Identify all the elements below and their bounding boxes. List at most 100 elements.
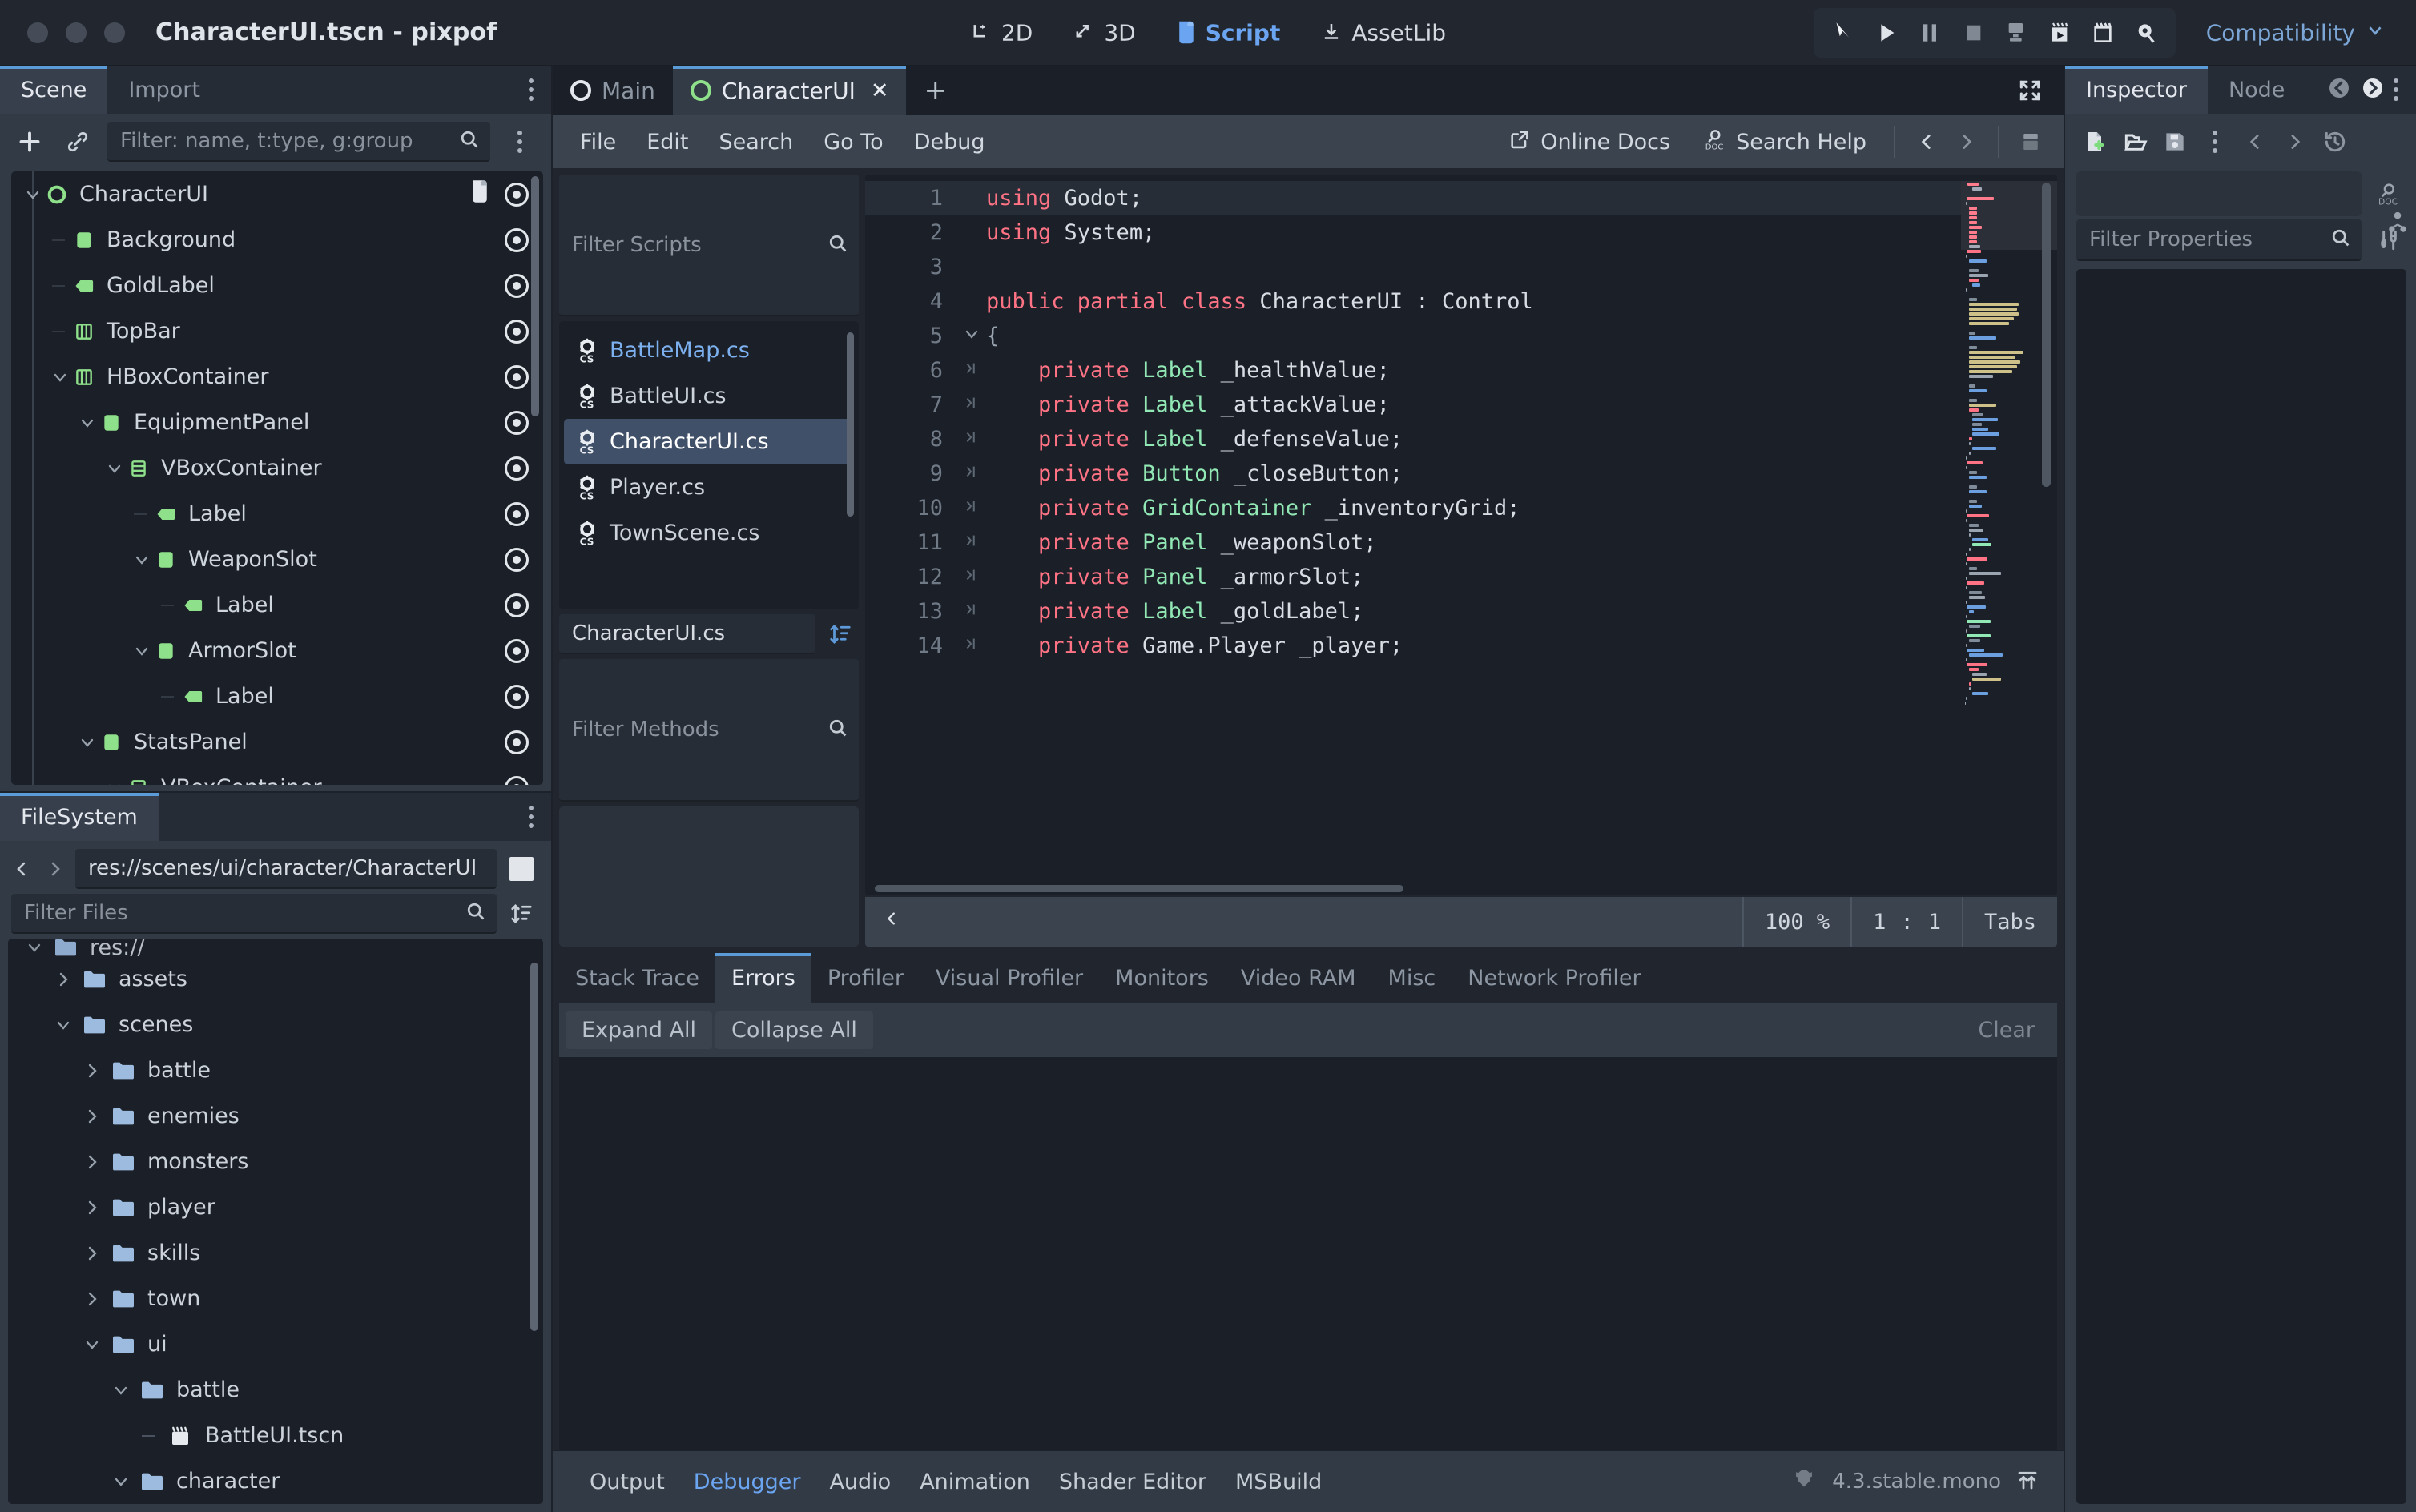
play-icon[interactable] bbox=[1868, 14, 1905, 51]
filesystem-item-assets[interactable]: assets bbox=[8, 956, 543, 1002]
scene-tree-item-label[interactable]: Label bbox=[11, 491, 543, 537]
expand-all-button[interactable]: Expand All bbox=[566, 1011, 713, 1049]
code-line[interactable]: 1 using Godot; bbox=[865, 181, 1961, 215]
visible-eye-icon[interactable] bbox=[505, 638, 529, 663]
chevron-down-icon[interactable] bbox=[109, 1381, 133, 1400]
help-search-icon[interactable]: DOC bbox=[2370, 175, 2406, 212]
chevron-right-icon[interactable] bbox=[80, 1061, 104, 1080]
stop-icon[interactable] bbox=[1955, 14, 1991, 51]
save-resource-icon[interactable] bbox=[2156, 123, 2193, 160]
play-cursor-icon[interactable] bbox=[1825, 14, 1862, 51]
chevron-right-icon[interactable] bbox=[80, 1198, 104, 1217]
history-back-button[interactable] bbox=[1908, 123, 1945, 160]
remote-debug-icon[interactable] bbox=[2128, 14, 2164, 51]
chevron-down-icon[interactable] bbox=[22, 939, 46, 956]
run-scene-icon[interactable] bbox=[2041, 14, 2078, 51]
indent-marker[interactable] bbox=[957, 497, 986, 520]
debugger-tab-misc[interactable]: Misc bbox=[1372, 953, 1452, 1003]
visible-eye-icon[interactable] bbox=[505, 456, 529, 481]
scene-dock-menu-button[interactable] bbox=[511, 66, 551, 114]
chevron-down-icon[interactable] bbox=[75, 733, 99, 752]
resource-menu-icon[interactable] bbox=[2197, 123, 2233, 160]
code-vertical-scrollbar[interactable] bbox=[2042, 183, 2051, 487]
mode-button-assetlib[interactable]: AssetLib bbox=[1315, 14, 1451, 50]
clear-errors-button[interactable]: Clear bbox=[1962, 1011, 2051, 1049]
bottom-panel-button-shader-editor[interactable]: Shader Editor bbox=[1045, 1465, 1221, 1499]
minimize-window-button[interactable] bbox=[66, 22, 87, 43]
debugger-tab-profiler[interactable]: Profiler bbox=[811, 953, 920, 1003]
expand-bottom-panel-icon[interactable] bbox=[1996, 66, 2064, 115]
filesystem-item-player[interactable]: player bbox=[8, 1184, 543, 1230]
script-tab-characterui[interactable]: CharacterUI ✕ bbox=[672, 66, 907, 115]
indent-marker[interactable] bbox=[957, 635, 986, 657]
indent-marker[interactable] bbox=[957, 360, 986, 382]
code-line[interactable]: 5{ bbox=[865, 319, 1961, 353]
circle-chevron-left-icon[interactable] bbox=[2326, 75, 2352, 104]
bottom-panel-button-animation[interactable]: Animation bbox=[905, 1465, 1045, 1499]
code-line[interactable]: 4 public partial class CharacterUI : Cont… bbox=[865, 284, 1961, 319]
code-line[interactable]: 13 private Label _goldLabel; bbox=[865, 594, 1961, 629]
scene-tree-item-label[interactable]: Label bbox=[11, 582, 543, 628]
code-line[interactable]: 3 bbox=[865, 250, 1961, 284]
pause-icon[interactable] bbox=[1911, 14, 1948, 51]
toggle-split-mode-icon[interactable] bbox=[503, 850, 540, 887]
script-list-item-battlemap-cs[interactable]: CS BattleMap.cs bbox=[564, 328, 854, 373]
inspector-properties-area[interactable] bbox=[2076, 269, 2406, 1504]
code-line[interactable]: 11 private Panel _weaponSlot; bbox=[865, 525, 1961, 560]
menu-debug[interactable]: Debug bbox=[901, 125, 998, 159]
bottom-panel-button-msbuild[interactable]: MSBuild bbox=[1221, 1465, 1336, 1499]
mode-button-script[interactable]: Script bbox=[1171, 14, 1286, 50]
scene-tree-item-armorslot[interactable]: ArmorSlot bbox=[11, 628, 543, 674]
circle-chevron-right-icon[interactable] bbox=[2360, 75, 2386, 104]
chevron-down-icon[interactable] bbox=[109, 1472, 133, 1491]
code-horizontal-scrollbar[interactable] bbox=[875, 885, 1403, 892]
menu-file[interactable]: File bbox=[567, 125, 629, 159]
chevron-right-icon[interactable] bbox=[80, 1152, 104, 1172]
chevron-down-icon[interactable] bbox=[51, 1015, 75, 1035]
chevron-down-icon[interactable] bbox=[48, 368, 72, 387]
sort-icon[interactable] bbox=[822, 616, 859, 653]
chevron-down-icon[interactable] bbox=[957, 324, 986, 348]
chevron-right-icon[interactable] bbox=[42, 851, 69, 887]
visible-eye-icon[interactable] bbox=[505, 547, 529, 572]
code-editor[interactable]: 1 using Godot; 2 using System; 3 4 public part… bbox=[865, 175, 2057, 895]
visible-eye-icon[interactable] bbox=[505, 227, 529, 252]
tab-import[interactable]: Import bbox=[107, 66, 221, 114]
filesystem-scrollbar[interactable] bbox=[530, 963, 538, 1331]
mode-button-2d[interactable]: 2D bbox=[965, 14, 1037, 50]
filesystem-path-input[interactable]: res://scenes/ui/character/CharacterUI bbox=[75, 849, 497, 889]
visible-eye-icon[interactable] bbox=[505, 410, 529, 435]
script-list-item-battleui-cs[interactable]: CS BattleUI.cs bbox=[564, 373, 854, 419]
visible-eye-icon[interactable] bbox=[505, 730, 529, 754]
code-line[interactable]: 7 private Label _attackValue; bbox=[865, 388, 1961, 422]
scripts-filter-input[interactable]: Filter Scripts bbox=[559, 175, 859, 317]
scene-tree-item-topbar[interactable]: TopBar bbox=[11, 308, 543, 354]
scene-tree-item-hboxcontainer[interactable]: HBoxContainer bbox=[11, 354, 543, 400]
history-icon[interactable] bbox=[2317, 123, 2354, 160]
menu-goto[interactable]: Go To bbox=[811, 125, 896, 159]
close-window-button[interactable] bbox=[27, 22, 48, 43]
visible-eye-icon[interactable] bbox=[505, 319, 529, 344]
sort-icon[interactable] bbox=[503, 895, 540, 932]
search-help-button[interactable]: DOC Search Help bbox=[1688, 123, 1881, 162]
renderer-selector[interactable]: Compatibility bbox=[2206, 19, 2386, 46]
visible-eye-icon[interactable] bbox=[505, 775, 529, 785]
visible-eye-icon[interactable] bbox=[505, 182, 529, 207]
methods-list[interactable] bbox=[559, 806, 859, 947]
tab-node[interactable]: Node bbox=[2208, 66, 2305, 114]
inspector-object-slot[interactable] bbox=[2076, 171, 2362, 216]
scene-tree[interactable]: CharacterUI Background GoldLabel TopBar HBox… bbox=[11, 171, 543, 785]
debugger-tab-stack-trace[interactable]: Stack Trace bbox=[559, 953, 715, 1003]
script-list-scrollbar[interactable] bbox=[847, 332, 854, 517]
script-list-item-townscene-cs[interactable]: CS TownScene.cs bbox=[564, 510, 854, 556]
scene-tree-item-vboxcontainer[interactable]: VBoxContainer bbox=[11, 445, 543, 491]
filesystem-item-battle[interactable]: battle bbox=[8, 1367, 543, 1413]
scene-tree-item-label[interactable]: Label bbox=[11, 674, 543, 719]
chevron-right-icon[interactable] bbox=[80, 1244, 104, 1263]
tab-inspector[interactable]: Inspector bbox=[2065, 66, 2208, 114]
visible-eye-icon[interactable] bbox=[505, 273, 529, 298]
filesystem-item-character[interactable]: character bbox=[8, 1458, 543, 1504]
visible-eye-icon[interactable] bbox=[505, 501, 529, 526]
code-line[interactable]: 12 private Panel _armorSlot; bbox=[865, 560, 1961, 594]
bottom-panel-button-debugger[interactable]: Debugger bbox=[679, 1465, 815, 1499]
